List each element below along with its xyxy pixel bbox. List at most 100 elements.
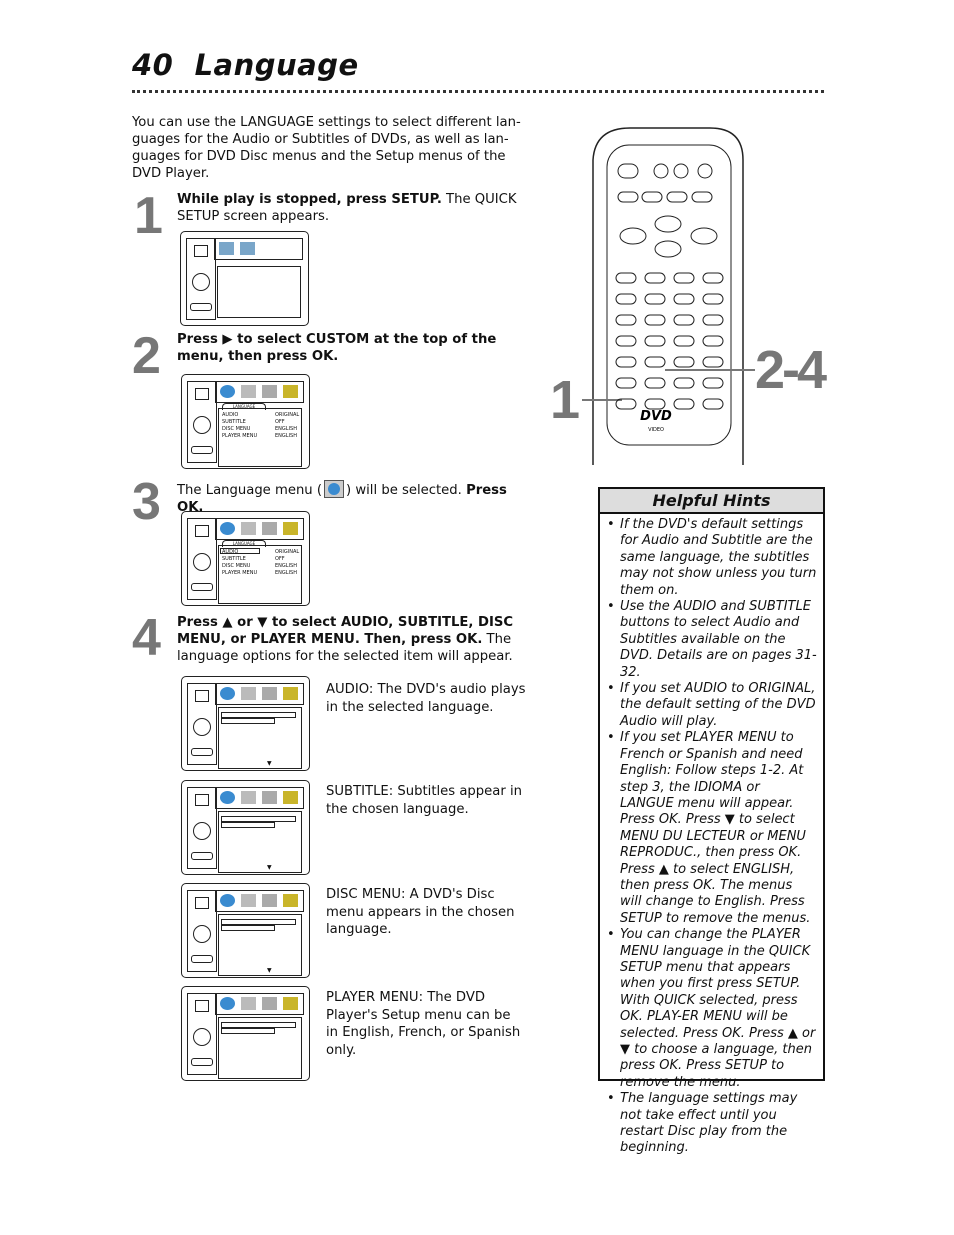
selection-highlight (221, 718, 275, 724)
keypad-button (644, 398, 666, 410)
intro-text: You can use the LANGUAGE settings to sel… (132, 115, 521, 181)
menu-category-icon (241, 687, 256, 700)
menu-category-icon (262, 385, 277, 398)
menu-value: ENGLISH (275, 426, 297, 432)
keypad-button (615, 293, 637, 305)
dvd-logo: DVD (640, 409, 672, 424)
screen-icon-bar (215, 381, 304, 403)
transport-button (617, 191, 639, 203)
menu-item: DISC MENU (222, 426, 251, 432)
tv-icon (195, 794, 209, 806)
menu-category-icon (241, 997, 256, 1010)
transport-button (691, 191, 713, 203)
dvd-logo-sub: VIDEO (648, 427, 664, 433)
menu-category-icon (219, 242, 234, 255)
tv-icon (195, 525, 209, 537)
callout-2-4: 2-4 (755, 340, 827, 400)
screen-panel (217, 266, 301, 318)
step-1-text: While play is stopped, press SETUP. The … (177, 192, 517, 224)
menu-value: ENGLISH (275, 570, 297, 576)
step-number: 3 (132, 473, 161, 531)
helpful-hints-box: Helpful Hints If the DVD's default setti… (598, 487, 825, 1155)
screen-icon-bar (215, 890, 304, 912)
screen-icon-bar (215, 993, 304, 1015)
remote-control-illustration: DVD VIDEO 1 2-4 (550, 127, 830, 465)
manual-page: 40 Language You can use the LANGUAGE set… (0, 0, 954, 1235)
caption-disc-menu: DISC MENU: A DVD's Disc menu appears in … (326, 887, 515, 937)
keypad-button (702, 272, 724, 284)
menu-category-icon (262, 687, 277, 700)
keypad-button (644, 314, 666, 326)
arrow-pad-icon (193, 416, 211, 434)
setup-screen-illustration: ▼ (181, 780, 310, 875)
menu-category-icon (283, 791, 298, 804)
tv-icon (195, 388, 209, 400)
menu-item: PLAYER MENU (222, 570, 258, 576)
step-2-text: Press ▶ to select CUSTOM at the top of t… (177, 332, 497, 364)
arrow-pad-icon (193, 1028, 211, 1046)
ok-button-icon (191, 446, 213, 454)
screen-sidebar (187, 518, 217, 600)
menu-category-icon (220, 385, 235, 398)
keypad-button (702, 314, 724, 326)
arrow-pad-icon (193, 718, 211, 736)
menu-item: AUDIO (222, 412, 239, 418)
screen-panel: ▼ (218, 811, 302, 873)
ok-button-icon (191, 955, 213, 963)
menu-category-icon (241, 522, 256, 535)
screen-sidebar (187, 683, 217, 765)
menu-value: ENGLISH (275, 433, 297, 439)
menu-category-icon (283, 997, 298, 1010)
menu-value: ENGLISH (275, 563, 297, 569)
menu-category-icon (283, 894, 298, 907)
arrow-pad-icon (192, 273, 210, 291)
transport-button (666, 191, 688, 203)
keypad-button (673, 377, 695, 389)
hints-list: If the DVD's default settings for Audio … (600, 517, 823, 1157)
keypad-button (673, 314, 695, 326)
menu-category-icon (220, 997, 235, 1010)
arrow-pad-icon (193, 925, 211, 943)
callout-1: 1 (550, 370, 580, 430)
menu-category-icon (220, 522, 235, 535)
keypad-button (673, 398, 695, 410)
keypad-button (644, 356, 666, 368)
screen-panel (218, 1017, 302, 1079)
page-title: 40 Language (132, 48, 359, 82)
menu-category-icon (220, 791, 235, 804)
menu-category-icon (262, 894, 277, 907)
screen-panel: ▼ (218, 914, 302, 976)
round-button (697, 163, 713, 179)
arrow-pad-icon (193, 553, 211, 571)
step-number: 1 (134, 187, 163, 245)
keypad-button (673, 293, 695, 305)
setup-screen-illustration (180, 231, 309, 326)
menu-item: SUBTITLE (222, 556, 246, 562)
hint-item: If you set PLAYER MENU to French or Span… (607, 730, 817, 927)
step-number: 2 (132, 327, 161, 385)
screen-panel: ▼ (218, 707, 302, 769)
screen-sidebar (187, 993, 217, 1075)
menu-item: DISC MENU (222, 563, 251, 569)
ok-button-icon (191, 748, 213, 756)
dotted-divider (132, 90, 824, 93)
down-arrow-icon: ▼ (267, 760, 272, 767)
keypad-button (673, 356, 695, 368)
tv-icon (194, 245, 208, 257)
keypad-button (702, 335, 724, 347)
menu-item: PLAYER MENU (222, 433, 258, 439)
keypad-button (644, 377, 666, 389)
menu-category-icon (241, 894, 256, 907)
menu-category-icon (262, 791, 277, 804)
menu-category-icon (240, 242, 255, 255)
power-button (617, 163, 639, 179)
setup-screen-illustration: ▼ (181, 883, 310, 978)
screen-sidebar (187, 890, 217, 972)
screen-sidebar (187, 381, 217, 463)
selection-highlight (220, 548, 260, 554)
hint-item: Use the AUDIO and SUBTITLE buttons to se… (607, 599, 817, 681)
screen-icon-bar (215, 683, 304, 705)
menu-category-icon (241, 791, 256, 804)
keypad-button (702, 293, 724, 305)
caption-subtitle: SUBTITLE: Subtitles appear in the chosen… (326, 784, 522, 817)
